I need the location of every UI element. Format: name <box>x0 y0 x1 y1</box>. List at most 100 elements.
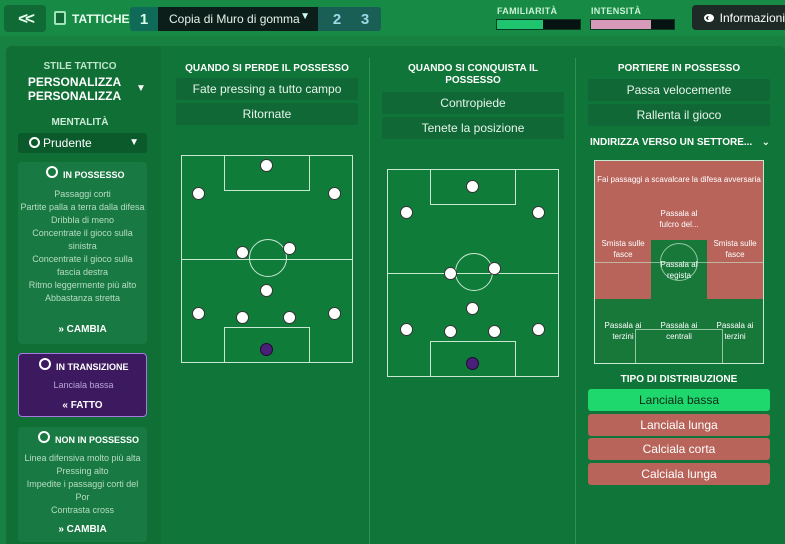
option-button[interactable]: Tenete la posizione <box>382 117 564 139</box>
tactic-slot-1[interactable]: 1 <box>130 7 158 31</box>
double-chevron-right-icon: » <box>58 524 64 535</box>
in-possession-list: Passaggi corti Partite palla a terra dal… <box>20 188 145 305</box>
chevron-down-icon[interactable]: ▼ <box>136 83 146 94</box>
distribution-option[interactable]: Calciala lunga <box>588 463 770 485</box>
zone-target-man[interactable]: Passala al fulcro del... <box>651 198 707 240</box>
mentality-dropdown[interactable]: Prudente ▼ <box>18 133 147 153</box>
familiarity-label: FAMILIARITÀ <box>497 6 558 16</box>
distribution-option[interactable]: Lanciala bassa <box>588 389 770 411</box>
tactical-style-dropdown[interactable]: PERSONALIZZA PERSONALIZZA <box>22 75 127 103</box>
player-marker[interactable] <box>283 311 296 324</box>
info-label: Informazioni <box>719 10 785 25</box>
list-item: Pressing alto <box>56 466 109 476</box>
player-marker[interactable] <box>192 307 205 320</box>
player-marker[interactable] <box>328 187 341 200</box>
distribution-zones: Fai passaggi a scavalcare la difesa avve… <box>594 160 764 364</box>
player-marker[interactable] <box>328 307 341 320</box>
main-area: STILE TATTICO PERSONALIZZA PERSONALIZZA … <box>0 36 785 544</box>
done-button[interactable]: « FATTO <box>19 400 146 411</box>
double-chevron-right-icon: » <box>58 324 64 335</box>
player-marker[interactable] <box>466 302 479 315</box>
tactical-style-value: PERSONALIZZA <box>27 75 122 89</box>
player-marker[interactable] <box>236 246 249 259</box>
change-button[interactable]: » CAMBIA <box>18 524 147 535</box>
option-button[interactable]: Passa velocemente <box>588 79 770 101</box>
player-marker[interactable] <box>236 311 249 324</box>
double-chevron-left-icon: « <box>62 400 68 411</box>
top-bar: << TATTICHE 1 Copia di Muro di gomma ▼ 2… <box>0 0 785 36</box>
title-line: QUANDO SI CONQUISTA IL <box>408 63 538 74</box>
player-marker[interactable] <box>532 323 545 336</box>
zone-left-flank[interactable]: Smista sulle fasce <box>595 198 651 299</box>
center-circle <box>660 243 698 281</box>
tactics-board-icon <box>54 11 66 25</box>
player-marker[interactable] <box>466 180 479 193</box>
direct-to-area-dropdown[interactable]: INDIRIZZA VERSO UN SETTORE... ⌄ <box>590 137 772 149</box>
goalkeeper-possession-title: PORTIERE IN POSSESSO <box>617 63 741 74</box>
list-item: Passaggi corti <box>54 189 111 199</box>
win-possession-title: QUANDO SI CONQUISTA IL POSSESSO <box>382 63 564 87</box>
list-item: Contrasta cross <box>50 505 115 515</box>
out-possession-title: NON IN POSSESSO <box>55 435 140 445</box>
player-marker[interactable] <box>400 323 413 336</box>
option-button[interactable]: Ritornate <box>176 103 358 125</box>
in-transition-title: IN TRANSIZIONE <box>56 362 129 372</box>
tactic-slot-3[interactable]: 3 <box>351 7 379 31</box>
intensity-meter[interactable] <box>590 19 675 30</box>
change-label: CAMBIA <box>66 324 107 335</box>
intensity-fill <box>591 20 651 29</box>
double-chevron-left-icon[interactable]: << <box>4 5 46 32</box>
player-marker[interactable] <box>283 242 296 255</box>
list-item: Impedite i passaggi corti del Por <box>26 479 139 502</box>
tactic-slot-2[interactable]: 2 <box>323 7 351 31</box>
in-transition-list: Lanciala bassa <box>21 379 146 392</box>
option-button[interactable]: Rallenta il gioco <box>588 104 770 126</box>
list-item: Concentrate il gioco sulla sinistra <box>32 228 133 251</box>
mentality-value: Prudente <box>43 136 92 150</box>
tactical-style-value-2: PERSONALIZZA <box>27 89 122 103</box>
mentality-icon <box>29 137 40 148</box>
goalkeeper-marker[interactable] <box>260 343 273 356</box>
pitch-lose-possession <box>181 155 353 363</box>
page-title: TATTICHE <box>72 12 130 26</box>
player-marker[interactable] <box>260 284 273 297</box>
player-marker[interactable] <box>260 159 273 172</box>
list-item: Partite palla a terra dalla difesa <box>20 202 145 212</box>
player-marker[interactable] <box>444 325 457 338</box>
player-marker[interactable] <box>400 206 413 219</box>
zone-right-flank[interactable]: Smista sulle fasce <box>707 198 763 299</box>
info-button[interactable]: Informazioni <box>692 5 785 30</box>
chevron-down-icon: ⌄ <box>761 137 770 148</box>
center-circle <box>455 253 493 291</box>
center-circle <box>249 239 287 277</box>
zone-over-defence[interactable]: Fai passaggi a scavalcare la difesa avve… <box>595 161 763 198</box>
eye-icon <box>704 13 714 22</box>
list-item: Lanciala bassa <box>53 380 114 390</box>
familiarity-meter[interactable] <box>496 19 581 30</box>
direct-to-area-label: INDIRIZZA VERSO UN SETTORE... <box>590 137 753 148</box>
player-marker[interactable] <box>532 206 545 219</box>
list-item: Dribbla di meno <box>50 215 115 225</box>
player-marker[interactable] <box>444 267 457 280</box>
distribution-option[interactable]: Lanciala lunga <box>588 414 770 436</box>
column-divider <box>575 58 576 544</box>
list-item: Concentrate il gioco sulla fascia destra <box>32 254 133 277</box>
left-panel: STILE TATTICO PERSONALIZZA PERSONALIZZA … <box>6 46 161 544</box>
player-marker[interactable] <box>192 187 205 200</box>
distribution-option[interactable]: Calciala corta <box>588 438 770 460</box>
goalkeeper-marker[interactable] <box>466 357 479 370</box>
player-marker[interactable] <box>488 262 501 275</box>
tactic-name-dropdown[interactable]: Copia di Muro di gomma ▼ <box>158 7 318 31</box>
chevron-down-icon: ▼ <box>300 11 310 22</box>
option-button[interactable]: Contropiede <box>382 92 564 114</box>
pitch-win-possession <box>387 169 559 377</box>
tactic-name: Copia di Muro di gomma <box>169 12 300 26</box>
player-marker[interactable] <box>488 325 501 338</box>
out-possession-list: Linea difensiva molto più alta Pressing … <box>20 452 145 517</box>
list-item: Abbastanza stretta <box>44 293 121 303</box>
list-item: Linea difensiva molto più alta <box>24 453 141 463</box>
change-button[interactable]: » CAMBIA <box>18 324 147 335</box>
lose-possession-title: QUANDO SI PERDE IL POSSESSO <box>185 63 349 74</box>
option-button[interactable]: Fate pressing a tutto campo <box>176 78 358 100</box>
column-divider <box>369 58 370 544</box>
